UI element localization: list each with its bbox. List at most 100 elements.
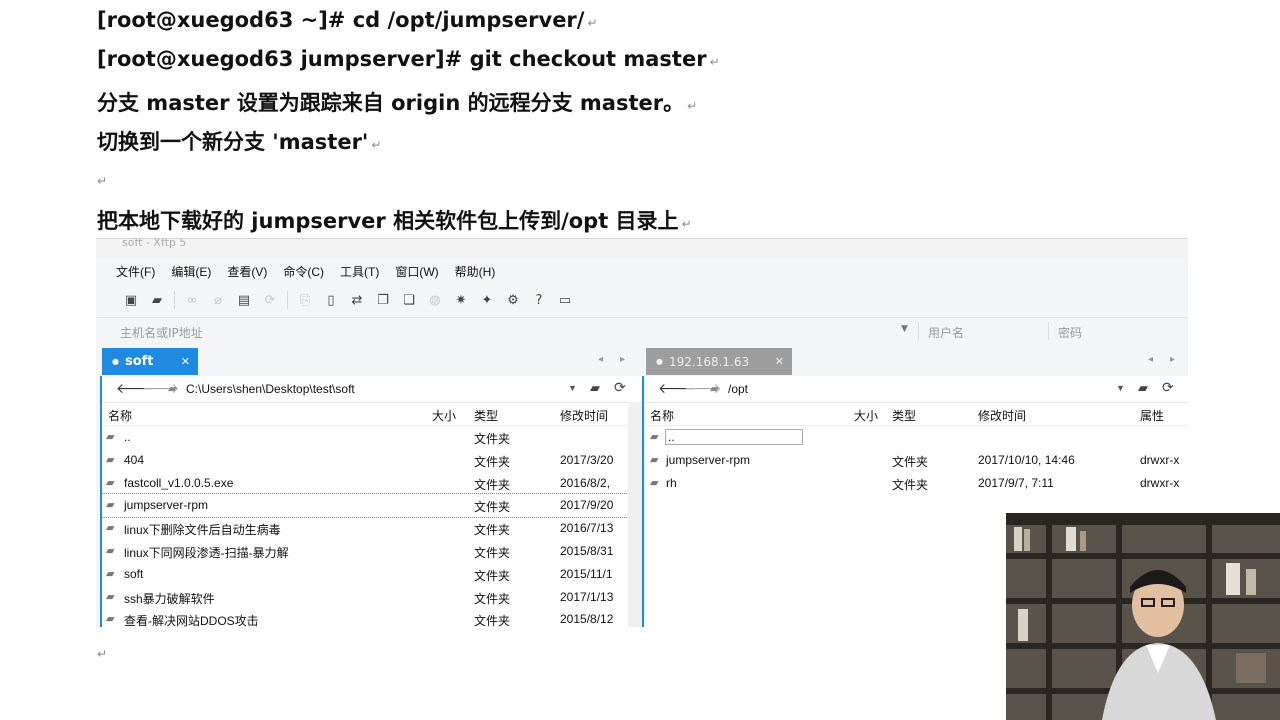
file-row[interactable]: ▰ fastcoll_v1.0.0.5.exe 文件夹 2016/8/2, <box>102 472 642 495</box>
file-type: 文件夹 <box>474 614 511 627</box>
column-type[interactable]: 类型 <box>474 407 498 424</box>
file-row[interactable]: ▰.. 文件夹 <box>102 426 642 449</box>
file-type: 文件夹 <box>474 545 511 560</box>
menu-window[interactable]: 窗口(W) <box>395 263 438 280</box>
file-type: 文件夹 <box>892 477 929 492</box>
xftp-icon[interactable]: ✦ <box>478 292 496 308</box>
help-icon[interactable]: ? <box>530 292 548 308</box>
file-row[interactable]: ▰ linux下同网段渗透-扫描-暴力解 文件夹 2015/8/31 <box>102 540 642 563</box>
copy-icon[interactable]: ❐ <box>374 292 392 308</box>
menu-view[interactable]: 查看(V) <box>227 263 267 280</box>
gear-icon[interactable]: ⚙ <box>504 292 522 308</box>
column-modified[interactable]: 修改时间 <box>560 407 608 424</box>
xshell-icon[interactable]: ✷ <box>452 292 470 308</box>
file-name: jumpserver-rpm <box>124 498 209 513</box>
file-name: .. <box>124 430 131 444</box>
close-icon[interactable]: ✕ <box>181 355 190 368</box>
menu-edit[interactable]: 编辑(E) <box>171 263 211 280</box>
tab-remote-session[interactable]: ● 192.168.1.63 ✕ <box>646 348 792 375</box>
unlink-icon[interactable]: ⌀ <box>209 292 227 308</box>
doc-line-2: [root@xuegod63 jumpserver]# git checkout… <box>97 47 720 71</box>
username-input[interactable]: 用户名 <box>928 324 964 341</box>
folder-icon: ▰ <box>106 567 115 580</box>
open-folder-icon[interactable]: ▰ <box>148 292 166 308</box>
paragraph-mark: ↵ <box>709 55 720 69</box>
tab-scroll-right-icon[interactable]: ▸ <box>1170 354 1175 365</box>
folder-up-icon[interactable]: ▰ <box>1138 380 1148 396</box>
doc-line-3: 分支 master 设置为跟踪来自 origin 的远程分支 master。 ↵ <box>97 87 697 117</box>
menu-tools[interactable]: 工具(T) <box>340 263 379 280</box>
file-modified: 2017/1/13 <box>560 589 614 604</box>
file-row[interactable]: ▰ rh 文件夹 2017/9/7, 7:11 drwxr-x <box>646 472 1188 495</box>
file-row[interactable]: ▰ 404 文件夹 2017/3/20 <box>102 449 642 472</box>
vertical-scrollbar[interactable] <box>628 402 642 627</box>
instructor-video-image <box>1006 513 1280 720</box>
copy-file-icon[interactable]: ⎘ <box>296 292 314 308</box>
globe-icon[interactable]: ◍ <box>426 292 444 308</box>
doc-text: [root@xuegod63 jumpserver]# git checkout… <box>97 47 707 71</box>
doc-text: 分支 master 设置为跟踪来自 origin 的远程分支 master。 <box>97 91 685 115</box>
tab-local-soft[interactable]: ● soft ✕ <box>102 348 198 375</box>
file-row[interactable]: ▰ soft 文件夹 2015/11/1 <box>102 563 642 586</box>
file-row[interactable]: ▰ jumpserver-rpm 文件夹 2017/10/10, 14:46 drwxr… <box>646 449 1188 472</box>
chevron-down-icon[interactable]: ▼ <box>901 324 908 334</box>
document-icon[interactable]: ▯ <box>322 292 340 308</box>
properties-icon[interactable]: ▤ <box>235 292 253 308</box>
doc-text: 切换到一个新分支 'master' <box>97 130 369 154</box>
chat-icon[interactable]: ▭ <box>556 292 574 308</box>
folder-icon: ▰ <box>106 453 115 466</box>
file-modified: 2016/7/13 <box>560 521 614 536</box>
doc-text: 把本地下载好的 jumpserver 相关软件包上传到/opt 目录上 <box>97 209 679 233</box>
paste-icon[interactable]: ❏ <box>400 292 418 308</box>
file-attributes: drwxr-x <box>1140 452 1180 467</box>
file-name: 查看-解决网站DDOS攻击 <box>124 614 259 627</box>
tab-scroll-right-icon[interactable]: ▸ <box>620 354 625 365</box>
folder-icon: ▰ <box>106 522 115 535</box>
folder-icon: ▰ <box>106 544 115 557</box>
host-input[interactable]: 主机名或IP地址 <box>120 324 203 341</box>
column-modified[interactable]: 修改时间 <box>978 407 1026 424</box>
refresh-session-icon[interactable]: ⟳ <box>261 292 279 308</box>
file-row[interactable]: ▰ linux下删除文件后自动生病毒 文件夹 2016/7/13 <box>102 517 642 540</box>
file-row[interactable]: ▰ ssh暴力破解软件 文件夹 2017/1/13 <box>102 586 642 609</box>
file-modified: 2015/8/12 <box>560 612 614 627</box>
file-modified: 2017/10/10, 14:46 <box>978 452 1075 467</box>
file-modified: 2015/11/1 <box>560 566 613 581</box>
file-row[interactable]: ▰ 查看-解决网站DDOS攻击 文件夹 2015/8/12 <box>102 608 642 627</box>
column-size[interactable]: 大小 <box>854 407 878 424</box>
file-row[interactable]: ▰.. <box>646 426 1188 449</box>
tab-label: 192.168.1.63 <box>668 354 750 369</box>
remote-column-header: 名称 大小 类型 修改时间 属性 <box>646 403 1188 426</box>
chevron-down-icon[interactable]: ▼ <box>1116 383 1125 393</box>
tab-scroll-left-icon[interactable]: ◂ <box>1148 354 1153 365</box>
folder-icon: ▰ <box>106 476 115 489</box>
link-icon[interactable]: ∞ <box>183 292 201 308</box>
remote-path-input[interactable]: /opt <box>728 382 748 396</box>
file-modified: 2017/9/20 <box>560 498 614 513</box>
local-path-input[interactable]: C:\Users\shen\Desktop\test\soft <box>186 382 355 396</box>
local-path-bar: 🡐 🡒 ▰ C:\Users\shen\Desktop\test\soft ▼ … <box>102 376 642 403</box>
new-session-icon[interactable]: ▣ <box>122 292 140 308</box>
column-type[interactable]: 类型 <box>892 407 916 424</box>
folder-icon: ▰ <box>710 383 719 395</box>
close-icon[interactable]: ✕ <box>775 355 784 368</box>
column-name[interactable]: 名称 <box>108 407 132 424</box>
file-row-selected[interactable]: ▰ jumpserver-rpm 文件夹 2017/9/20 <box>102 493 642 519</box>
refresh-icon[interactable]: ⟳ <box>614 379 626 396</box>
menu-command[interactable]: 命令(C) <box>283 263 324 280</box>
column-attributes[interactable]: 属性 <box>1140 407 1164 424</box>
webcam-overlay <box>1006 513 1280 720</box>
folder-up-icon[interactable]: ▰ <box>590 380 600 396</box>
chevron-down-icon[interactable]: ▼ <box>568 383 577 393</box>
folder-icon: ▰ <box>106 613 115 626</box>
toolbar-separator <box>174 291 175 309</box>
transfer-icon[interactable]: ⇄ <box>348 292 366 308</box>
password-input[interactable]: 密码 <box>1058 324 1082 341</box>
refresh-icon[interactable]: ⟳ <box>1162 379 1174 396</box>
menu-file[interactable]: 文件(F) <box>116 263 155 280</box>
folder-icon: ▰ <box>106 499 115 512</box>
menu-help[interactable]: 帮助(H) <box>455 263 496 280</box>
column-size[interactable]: 大小 <box>432 407 456 424</box>
tab-scroll-left-icon[interactable]: ◂ <box>598 354 603 365</box>
column-name[interactable]: 名称 <box>650 407 674 424</box>
